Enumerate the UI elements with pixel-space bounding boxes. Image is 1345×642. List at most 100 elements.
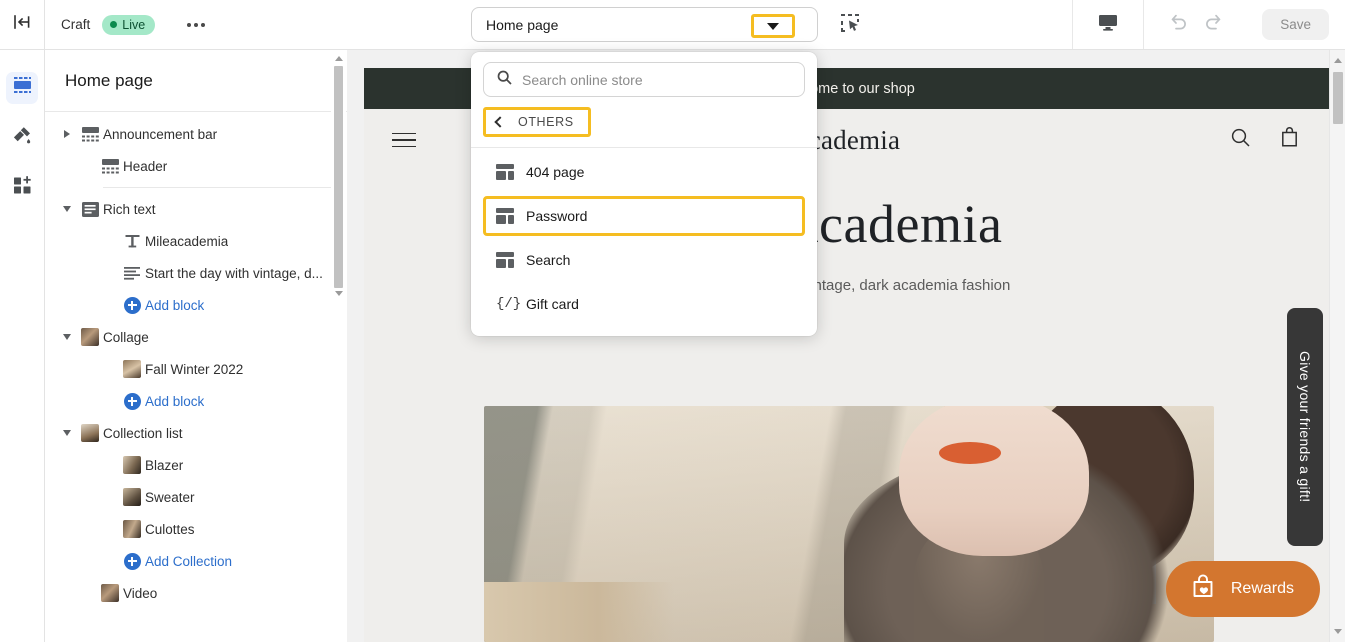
image-thumb-icon bbox=[119, 456, 145, 474]
sidebar-item-collection-list[interactable]: Collection list bbox=[45, 417, 349, 449]
plus-circle-icon bbox=[119, 552, 145, 570]
chevron-down-icon[interactable] bbox=[57, 334, 77, 340]
rail-item-sections[interactable] bbox=[6, 72, 38, 104]
sidebar-item-label: Sweater bbox=[145, 489, 195, 505]
dropdown-item-label: Password bbox=[526, 208, 588, 224]
sections-sidebar: Home page Announcement bar Header Rich tex… bbox=[45, 50, 350, 642]
dropdown-back-row: OTHERS bbox=[471, 105, 817, 137]
sidebar-item-video[interactable]: Video bbox=[45, 577, 349, 609]
hero-image-face bbox=[899, 406, 1089, 556]
more-options-button[interactable] bbox=[179, 17, 213, 33]
top-bar-left-group: Craft Live bbox=[45, 14, 213, 35]
page-selector-dropdown: OTHERS 404 page Password Search {/}Gift car… bbox=[471, 52, 817, 336]
undo-button[interactable] bbox=[1162, 8, 1196, 42]
sidebar-item-add-block[interactable]: Add block bbox=[45, 385, 349, 417]
page-icon bbox=[496, 252, 514, 268]
desktop-preview-button[interactable] bbox=[1091, 8, 1125, 42]
theme-editor-app: Craft Live Home page Save Home page Anno… bbox=[0, 0, 1345, 642]
gift-promo-label: Give your friends a gift! bbox=[1297, 351, 1313, 503]
sidebar-item-blazer[interactable]: Blazer bbox=[45, 449, 349, 481]
hamburger-menu-icon[interactable] bbox=[392, 132, 416, 148]
top-bar-right-group: Save bbox=[1072, 0, 1345, 49]
canvas-scroll-down-arrow-icon[interactable] bbox=[1334, 629, 1342, 634]
rail-item-theme-settings[interactable] bbox=[6, 122, 38, 154]
sections-icon bbox=[12, 75, 33, 101]
sidebar-scrollbar-thumb[interactable] bbox=[334, 66, 343, 288]
dropdown-item-password[interactable]: Password bbox=[483, 196, 805, 236]
sidebar-item-sweater[interactable]: Sweater bbox=[45, 481, 349, 513]
page-selector-chevron-button[interactable] bbox=[751, 14, 795, 38]
image-thumb-icon bbox=[119, 360, 145, 378]
sidebar-item-label: Collage bbox=[103, 329, 149, 345]
search-input[interactable] bbox=[522, 71, 792, 88]
theme-settings-icon bbox=[12, 125, 33, 151]
page-selector-wrap: Home page bbox=[471, 7, 818, 42]
dropdown-back-button[interactable]: OTHERS bbox=[483, 107, 591, 137]
canvas-scrollbar[interactable] bbox=[1329, 50, 1345, 642]
sidebar-item-label: Add block bbox=[145, 393, 205, 409]
shopping-cart-icon[interactable] bbox=[1278, 126, 1301, 154]
rich-text-icon bbox=[77, 201, 103, 218]
sidebar-item-label: Add Collection bbox=[145, 553, 233, 569]
rail-item-app-blocks[interactable] bbox=[6, 172, 38, 204]
sidebar-item-culottes[interactable]: Culottes bbox=[45, 513, 349, 545]
page-selector[interactable]: Home page bbox=[471, 7, 818, 42]
sidebar-tree: Announcement bar Header Rich text Mileacade… bbox=[45, 112, 349, 609]
sidebar-item-add-collection[interactable]: Add Collection bbox=[45, 545, 349, 577]
search-icon[interactable] bbox=[1229, 126, 1252, 154]
dropdown-search-box[interactable] bbox=[483, 62, 805, 97]
heading-icon bbox=[119, 233, 145, 249]
sidebar-item-label: Video bbox=[123, 585, 158, 601]
dropdown-search-wrap bbox=[471, 52, 817, 105]
sidebar-item-label: Culottes bbox=[145, 521, 195, 537]
app-blocks-icon bbox=[12, 175, 33, 201]
sidebar-item-label: Collection list bbox=[103, 425, 183, 441]
sidebar-item-fall-winter-2022[interactable]: Fall Winter 2022 bbox=[45, 353, 349, 385]
rewards-button[interactable]: Rewards bbox=[1165, 561, 1320, 617]
redo-button[interactable] bbox=[1196, 8, 1230, 42]
dropdown-group-label: OTHERS bbox=[518, 115, 574, 129]
chevron-left-icon bbox=[494, 116, 506, 128]
sidebar-item-label: Start the day with vintage, d... bbox=[145, 265, 323, 281]
sidebar-item-label: Announcement bar bbox=[103, 126, 218, 142]
image-thumb-icon bbox=[77, 328, 103, 346]
scroll-up-arrow-icon[interactable] bbox=[335, 56, 343, 61]
sidebar-item-mileacademia[interactable]: Mileacademia bbox=[45, 225, 349, 257]
canvas-scroll-up-arrow-icon[interactable] bbox=[1334, 58, 1342, 63]
more-options-icon bbox=[201, 22, 206, 27]
sidebar-item-start-the-day-with-vintage-d[interactable]: Start the day with vintage, d... bbox=[45, 257, 349, 289]
dropdown-item-search[interactable]: Search bbox=[483, 240, 805, 280]
dropdown-item-list: 404 page Password Search {/} Gift card bbox=[471, 152, 817, 324]
canvas-scrollbar-thumb[interactable] bbox=[1333, 72, 1343, 124]
hero-image-foreground bbox=[484, 582, 674, 642]
sidebar-divider bbox=[103, 187, 331, 188]
sidebar-item-label: Add block bbox=[145, 297, 205, 313]
dropdown-separator bbox=[471, 147, 817, 148]
save-button[interactable]: Save bbox=[1262, 9, 1329, 40]
chevron-down-icon[interactable] bbox=[57, 430, 77, 436]
sidebar-item-add-block[interactable]: Add block bbox=[45, 289, 349, 321]
chevron-right-icon[interactable] bbox=[57, 130, 77, 138]
liquid-code-icon: {/} bbox=[496, 296, 522, 312]
redo-icon bbox=[1202, 11, 1224, 38]
page-icon bbox=[496, 164, 514, 180]
dropdown-item-gift-card[interactable]: {/} Gift card bbox=[483, 284, 805, 324]
device-preview-group bbox=[1072, 0, 1143, 49]
dropdown-item-404-page[interactable]: 404 page bbox=[483, 152, 805, 192]
sidebar-item-rich-text[interactable]: Rich text bbox=[45, 193, 349, 225]
exit-editor-button[interactable] bbox=[0, 0, 45, 49]
chevron-down-icon bbox=[767, 22, 779, 30]
scroll-down-arrow-icon[interactable] bbox=[335, 291, 343, 296]
dropdown-item-label: 404 page bbox=[526, 164, 585, 180]
gift-promo-tab[interactable]: Give your friends a gift! bbox=[1287, 308, 1323, 546]
marquee-select-button[interactable] bbox=[835, 11, 865, 39]
hero-image[interactable] bbox=[484, 406, 1214, 642]
sidebar-scrollbar[interactable] bbox=[331, 50, 346, 642]
rewards-label: Rewards bbox=[1230, 580, 1294, 597]
chevron-down-icon[interactable] bbox=[57, 206, 77, 212]
sidebar-item-header[interactable]: Header bbox=[45, 150, 349, 182]
hero-image-lips bbox=[939, 442, 1001, 464]
sidebar-item-announcement-bar[interactable]: Announcement bar bbox=[45, 118, 349, 150]
sidebar-item-collage[interactable]: Collage bbox=[45, 321, 349, 353]
image-thumb-icon bbox=[119, 520, 145, 538]
